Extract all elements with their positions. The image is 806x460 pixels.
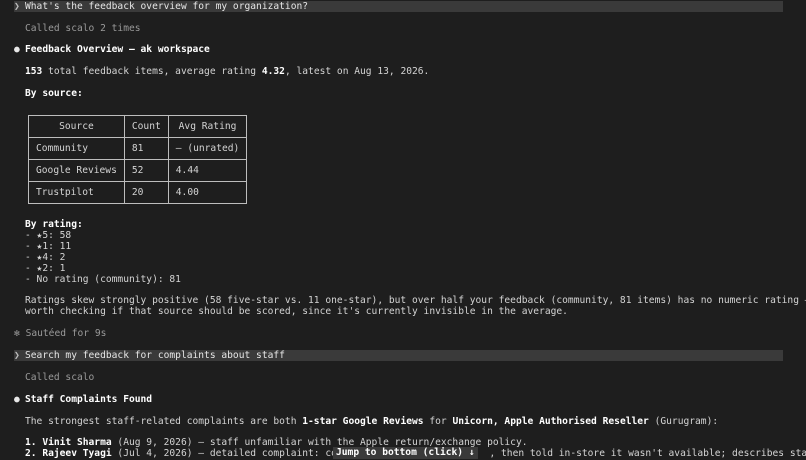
chevron-right-icon: ❯ bbox=[14, 1, 20, 12]
feedback-source-table: Source Count Avg Rating Community 81 — (… bbox=[28, 115, 248, 204]
table-cell: 52 bbox=[123, 159, 169, 182]
rating-item: - ★4: 2 bbox=[25, 252, 66, 263]
chevron-right-icon: ❯ bbox=[14, 350, 20, 361]
table-cell: 81 bbox=[123, 137, 169, 160]
table-header: Count bbox=[123, 115, 169, 138]
user-prompt-text: What's the feedback overview for my orga… bbox=[25, 1, 309, 12]
bullet-icon: ● bbox=[14, 394, 20, 405]
reviewer-name: Rajeev Tyagi bbox=[42, 448, 112, 459]
rating-note-line: Ratings skew strongly positive (58 five-… bbox=[25, 295, 806, 306]
table-cell: Community bbox=[28, 137, 125, 160]
rating-item: - No rating (community): 81 bbox=[25, 274, 181, 285]
user-prompt-bar[interactable]: ❯ What's the feedback overview for my or… bbox=[14, 1, 783, 12]
section-title: Feedback Overview — ak workspace bbox=[25, 44, 210, 55]
table-row: Community 81 — (unrated) bbox=[28, 137, 248, 160]
table-cell: Trustpilot bbox=[28, 181, 125, 204]
tool-call-status[interactable]: Called scalo bbox=[25, 372, 94, 383]
summary-total: 153 bbox=[25, 66, 43, 77]
table-cell: 4.00 bbox=[167, 181, 248, 204]
table-cell: 20 bbox=[123, 181, 169, 204]
asterisk-icon: ✻ bbox=[14, 328, 20, 339]
by-rating-label: By rating: bbox=[25, 219, 83, 230]
table-cell: 4.44 bbox=[167, 159, 248, 182]
table-row: Google Reviews 52 4.44 bbox=[28, 159, 248, 182]
jump-to-bottom-button[interactable]: Jump to bottom (click) ↓ bbox=[333, 447, 478, 459]
rating-item: - ★5: 58 bbox=[25, 230, 72, 241]
user-prompt-bar[interactable]: ❯ Search my feedback for complaints abou… bbox=[14, 350, 783, 361]
by-source-label: By source: bbox=[25, 88, 83, 99]
table-header: Source bbox=[28, 115, 125, 138]
sauteed-status: ✻ Sautéed for 9s bbox=[14, 328, 107, 339]
table-row: Trustpilot 20 4.00 bbox=[28, 181, 248, 204]
user-prompt-text: Search my feedback for complaints about … bbox=[25, 350, 285, 361]
summary-average: 4.32 bbox=[261, 66, 285, 77]
table-cell: Google Reviews bbox=[28, 159, 125, 182]
tool-call-status[interactable]: Called scalo 2 times bbox=[25, 23, 141, 34]
reviewer-name: Vinit Sharma bbox=[42, 437, 112, 448]
rating-item: - ★2: 1 bbox=[25, 263, 66, 274]
table-header: Avg Rating bbox=[167, 115, 248, 138]
summary-line: 153 total feedback items, average rating… bbox=[25, 66, 430, 77]
section-title: Staff Complaints Found bbox=[25, 394, 153, 405]
staff-intro: The strongest staff-related complaints a… bbox=[25, 416, 719, 427]
table-header-row: Source Count Avg Rating bbox=[28, 115, 248, 138]
bullet-icon: ● bbox=[14, 44, 20, 55]
table-cell: — (unrated) bbox=[167, 137, 248, 160]
rating-note-line: worth checking if that source should be … bbox=[25, 306, 568, 317]
rating-item: - ★1: 11 bbox=[25, 241, 72, 252]
